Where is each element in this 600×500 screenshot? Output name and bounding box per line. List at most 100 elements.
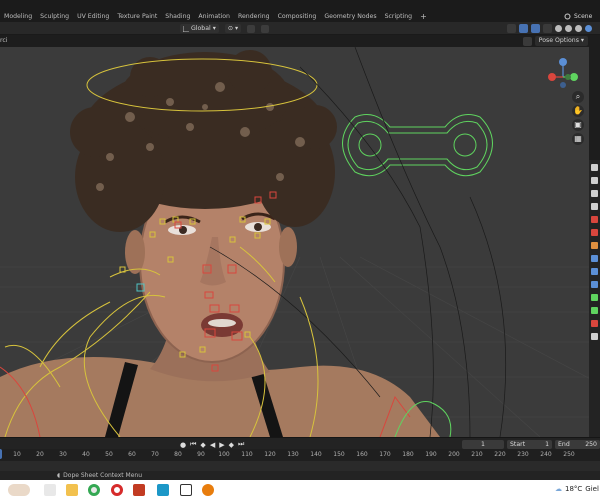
chevron-down-icon: ▾ (235, 25, 239, 32)
camera-icon[interactable]: ▣ (572, 119, 584, 131)
visibility-icon[interactable] (507, 24, 516, 33)
particles-tab-icon[interactable] (591, 268, 598, 275)
tab-scripting[interactable]: Scripting (381, 12, 417, 22)
opera-icon[interactable] (111, 484, 123, 496)
mode-label: rci (0, 37, 8, 44)
frame-range: 1 Start 1 End 250 (462, 440, 600, 449)
start-thumbnail-icon[interactable] (8, 484, 30, 496)
material-shading-icon[interactable] (575, 25, 582, 32)
physics-tab-icon[interactable] (591, 281, 598, 288)
task-view-icon[interactable] (44, 484, 56, 496)
overlay-toggle-icon[interactable] (531, 24, 540, 33)
tab-sculpting[interactable]: Sculpting (36, 12, 73, 22)
ruler-tick: 200 (448, 451, 460, 458)
zoom-icon[interactable]: ⌕ (572, 91, 584, 103)
ruler-tick: 50 (105, 451, 113, 458)
jump-end-icon[interactable]: ⏭ (238, 440, 244, 449)
timeline-ruler[interactable]: 10 20 30 40 50 60 70 80 90 100 110 120 1… (0, 449, 600, 461)
record-icon[interactable]: ● (180, 441, 186, 449)
view-layer-tab-icon[interactable] (591, 203, 598, 210)
ruler-tick: 100 (218, 451, 230, 458)
add-workspace-button[interactable]: + (416, 12, 431, 22)
timeline-header: ● ⏮ ◆ ◀ ▶ ◆ ⏭ 1 Start 1 End 250 (0, 437, 600, 449)
status-bar: ◖ Dope Sheet Context Menu (0, 471, 600, 480)
perspective-grid-icon[interactable]: ▦ (572, 133, 584, 145)
play-icon[interactable]: ▶ (219, 441, 224, 449)
wireframe-shading-icon[interactable] (555, 25, 562, 32)
rendered-shading-icon[interactable] (585, 25, 592, 32)
pose-options-label: Pose Options (538, 37, 579, 44)
pose-options-dropdown[interactable]: Pose Options ▾ (534, 36, 588, 46)
keyframe-track[interactable] (0, 461, 600, 471)
pivot-point-dropdown[interactable]: ⊙ ▾ (224, 24, 242, 33)
tab-shading[interactable]: Shading (161, 12, 194, 22)
current-frame-field[interactable]: 1 (462, 440, 504, 449)
top-menu-bar: Modeling Sculpting UV Editing Texture Pa… (0, 0, 600, 22)
pivot-icon: ⊙ (227, 25, 234, 32)
tab-modeling[interactable]: Modeling (0, 12, 36, 22)
chevron-down-icon: ▾ (580, 37, 584, 44)
properties-tab-strip (589, 160, 600, 438)
constraints-tab-icon[interactable] (591, 294, 598, 301)
ruler-tick: 10 (13, 451, 21, 458)
object-data-tab-icon[interactable] (591, 307, 598, 314)
ruler-tick: 20 (36, 451, 44, 458)
world-tab-icon[interactable] (591, 229, 598, 236)
weather-widget[interactable]: ☁ 18°C Giel (555, 485, 599, 493)
ruler-tick: 140 (310, 451, 322, 458)
tab-compositing[interactable]: Compositing (274, 12, 321, 22)
scene-tab-icon[interactable] (591, 216, 598, 223)
next-keyframe-icon[interactable]: ◆ (229, 441, 234, 449)
modifier-tab-icon[interactable] (591, 255, 598, 262)
ruler-tick: 230 (517, 451, 529, 458)
ear-left (125, 230, 145, 274)
bone-symmetry-icon[interactable] (522, 36, 532, 46)
ruler-tick: 250 (563, 451, 575, 458)
playback-controls: ● ⏮ ◆ ◀ ▶ ◆ ⏭ (180, 440, 244, 449)
blender-icon[interactable] (202, 484, 214, 496)
3d-viewport[interactable]: ⌕ ✋ ▣ ▦ (0, 47, 589, 437)
cube-app-icon[interactable] (180, 484, 192, 496)
output-tab-icon[interactable] (591, 190, 598, 197)
tab-animation[interactable]: Animation (194, 12, 234, 22)
scene-selector[interactable]: Scene (560, 11, 600, 22)
gizmo-toggle-icon[interactable] (519, 24, 528, 33)
prev-keyframe-icon[interactable]: ◆ (200, 441, 205, 449)
jump-start-icon[interactable]: ⏮ (190, 440, 196, 449)
xray-toggle-icon[interactable] (543, 24, 552, 33)
tab-geometry-nodes[interactable]: Geometry Nodes (320, 12, 380, 22)
chevron-down-icon: ▾ (212, 25, 216, 32)
tab-rendering[interactable]: Rendering (234, 12, 274, 22)
ruler-tick: 110 (241, 451, 253, 458)
transform-orientation-dropdown[interactable]: Global ▾ (180, 24, 219, 33)
tab-texture-paint[interactable]: Texture Paint (113, 12, 161, 22)
start-frame-field[interactable]: Start 1 (507, 440, 552, 449)
texture-tab-icon[interactable] (591, 333, 598, 340)
viewport-scene (0, 47, 589, 437)
folder-icon[interactable] (66, 484, 78, 496)
axis-icon (183, 25, 189, 32)
os-taskbar: ☁ 18°C Giel (0, 480, 600, 500)
render-tab-icon[interactable] (591, 177, 598, 184)
chrome-icon[interactable] (88, 484, 100, 496)
solid-shading-icon[interactable] (565, 25, 572, 32)
office-icon[interactable] (133, 484, 145, 496)
scene-icon (564, 13, 571, 20)
media-icon[interactable] (157, 484, 169, 496)
ruler-tick: 40 (82, 451, 90, 458)
play-reverse-icon[interactable]: ◀ (210, 441, 215, 449)
proportional-edit-toggle[interactable] (261, 24, 270, 33)
ruler-tick: 30 (59, 451, 67, 458)
viewport-header-right (507, 24, 592, 33)
pan-hand-icon[interactable]: ✋ (572, 105, 584, 117)
end-frame-field[interactable]: End 250 (555, 440, 600, 449)
tool-tab-icon[interactable] (591, 164, 598, 171)
material-tab-icon[interactable] (591, 320, 598, 327)
ruler-tick: 90 (197, 451, 205, 458)
object-tab-icon[interactable] (591, 242, 598, 249)
snap-toggle[interactable] (247, 24, 256, 33)
ruler-tick: 150 (333, 451, 345, 458)
ruler-tick: 220 (494, 451, 506, 458)
navigation-gizmo[interactable] (540, 55, 586, 91)
tab-uv-editing[interactable]: UV Editing (73, 12, 113, 22)
